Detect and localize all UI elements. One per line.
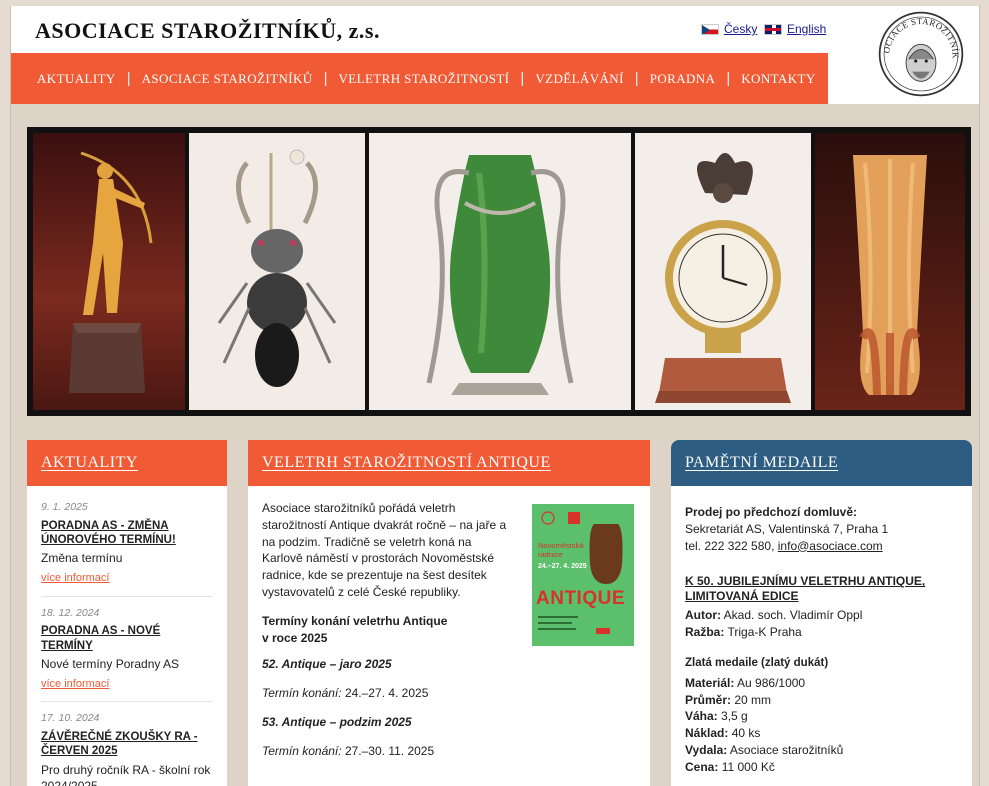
event1-title: 52. Antique – jaro 2025	[262, 657, 392, 672]
news-date: 17. 10. 2024	[41, 712, 100, 725]
poster-venue-line-1: Novoměstská	[538, 541, 584, 550]
gallery-image-mantel-clock	[635, 133, 811, 410]
news-item: 9. 1. 2025 PORADNA AS - ZMĚNA ÚNOROVÉHO …	[41, 500, 213, 597]
event2-dates: 27.–30. 11. 2025	[344, 743, 435, 758]
event1-dates: 24.–27. 4. 2025	[344, 686, 429, 701]
edition-size-row: Náklad: 40 ks	[685, 725, 958, 742]
event2-label: Termín konání:	[262, 743, 342, 758]
nav-item-kontakty[interactable]: KONTAKTY	[741, 71, 815, 87]
price-label: Cena:	[685, 759, 719, 774]
fair-heading[interactable]: VELETRH STAROŽITNOSTÍ ANTIQUE	[248, 440, 650, 486]
poster-title: ANTIQUE	[536, 588, 625, 609]
nav-item-poradna[interactable]: PORADNA	[650, 71, 716, 87]
publisher-value: Asociace starožitníků	[729, 743, 844, 758]
weight-row: Váha: 3,5 g	[685, 708, 958, 725]
poster-dates: 24.–27. 4. 2025	[538, 563, 587, 570]
nav-separator: |	[126, 70, 131, 87]
email-link[interactable]: info@asociace.com	[778, 539, 883, 553]
lang-en-link[interactable]: English	[764, 22, 826, 36]
uk-flag-icon	[764, 23, 782, 35]
publisher-row: Vydala: Asociace starožitníků	[685, 742, 958, 759]
lang-cz-label[interactable]: Česky	[724, 22, 757, 36]
material-label: Materiál:	[685, 675, 735, 690]
minting-value: Triga-K Praha	[727, 624, 802, 639]
diameter-value: 20 mm	[734, 692, 772, 707]
phone-text: tel. 222 322 580,	[685, 538, 775, 553]
news-text: Pro druhý ročník RA - školní rok 2024/20…	[41, 762, 211, 786]
poster-venue-line-2: radnice	[538, 550, 563, 559]
page: ASOCIACE STAROŽITNÍKŮ, z.s. Česky Englis…	[10, 6, 980, 786]
news-more-link[interactable]: více informací	[41, 677, 213, 692]
hero-gallery	[27, 127, 971, 416]
news-title-link[interactable]: PORADNA AS - NOVÉ TERMÍNY	[41, 624, 213, 653]
news-card: AKTUALITY 9. 1. 2025 PORADNA AS - ZMĚNA …	[27, 440, 227, 786]
czech-flag-icon	[701, 23, 719, 35]
site-title[interactable]: ASOCIACE STAROŽITNÍKŮ, z.s.	[35, 18, 380, 44]
event2-title: 53. Antique – podzim 2025	[262, 714, 412, 729]
lang-en-label[interactable]: English	[787, 22, 826, 36]
association-seal-logo[interactable]: ASOCIACE STAROŽITNÍKŮ	[877, 10, 965, 98]
nav-item-vzdelavani[interactable]: VZDĚLÁVÁNÍ	[535, 71, 623, 87]
edition-size-label: Náklad:	[685, 726, 729, 741]
news-heading[interactable]: AKTUALITY	[27, 440, 227, 486]
news-item: 17. 10. 2024 ZÁVĚREČNÉ ZKOUŠKY RA - ČERV…	[41, 711, 213, 786]
news-date: 9. 1. 2025	[41, 501, 88, 513]
news-date: 18. 12. 2024	[41, 606, 100, 619]
minting-label: Ražba:	[685, 624, 725, 639]
event2-term: Termín konání: 27.–30. 11. 2025	[262, 743, 636, 760]
gallery-image-stag-beetle-brooch	[189, 133, 365, 410]
medal-contact: tel. 222 322 580, info@asociace.com	[685, 538, 958, 555]
material-value: Au 986/1000	[737, 675, 806, 690]
diameter-row: Průměr: 20 mm	[685, 692, 958, 709]
edition-title-link[interactable]: K 50. JUBILEJNÍMU VELETRHU ANTIQUE, LIMI…	[685, 574, 958, 603]
gallery-image-archer-statue	[33, 133, 185, 410]
nav-separator: |	[634, 70, 639, 87]
news-text: Nové termíny Poradny AS	[41, 657, 180, 672]
news-more-link[interactable]: více informací	[41, 571, 213, 586]
weight-label: Váha:	[685, 709, 718, 724]
sale-label: Prodej po předchozí domluvě:	[685, 505, 858, 519]
main-nav: AKTUALITY | ASOCIACE STAROŽITNÍKŮ | VELE…	[11, 53, 828, 104]
lang-cz-link[interactable]: Česky	[701, 22, 757, 36]
minting-row: Ražba: Triga-K Praha	[685, 624, 958, 641]
news-title-link[interactable]: PORADNA AS - ZMĚNA ÚNOROVÉHO TERMÍNU!	[41, 519, 213, 548]
medal-heading[interactable]: PAMĚTNÍ MEDAILE	[671, 440, 972, 486]
news-item: 18. 12. 2024 PORADNA AS - NOVÉ TERMÍNY N…	[41, 606, 213, 703]
antique-poster-image[interactable]: Novoměstská radnice 24.–27. 4. 2025 ANTI…	[532, 504, 634, 646]
nav-separator: |	[726, 70, 731, 87]
nav-item-veletrh[interactable]: VELETRH STAROŽITNOSTÍ	[338, 71, 509, 87]
gold-medal-title: Zlatá medaile (zlatý dukát)	[685, 656, 829, 669]
material-row: Materiál: Au 986/1000	[685, 675, 958, 692]
weight-value: 3,5 g	[721, 709, 748, 724]
publisher-label: Vydala:	[685, 743, 728, 758]
gallery-image-green-vase	[369, 133, 631, 410]
fair-card: VELETRH STAROŽITNOSTÍ ANTIQUE Asociace s…	[248, 440, 650, 786]
medal-card: PAMĚTNÍ MEDAILE Prodej po předchozí doml…	[671, 440, 972, 786]
event1-label: Termín konání:	[262, 686, 342, 701]
header: ASOCIACE STAROŽITNÍKŮ, z.s. Česky Englis…	[11, 6, 979, 104]
nav-separator: |	[323, 70, 328, 87]
event1-term: Termín konání: 24.–27. 4. 2025	[262, 685, 636, 702]
news-text: Změna termínu	[41, 551, 123, 566]
nav-item-asociace[interactable]: ASOCIACE STAROŽITNÍKŮ	[142, 71, 313, 87]
diameter-label: Průměr:	[685, 692, 732, 707]
gallery-image-amber-vase	[815, 133, 965, 410]
author-row: Autor: Akad. soch. Vladimír Oppl	[685, 607, 958, 624]
fair-intro: Asociace starožitníků pořádá veletrh sta…	[262, 501, 507, 599]
price-row: Cena: 11 000 Kč	[685, 759, 958, 776]
nav-item-aktuality[interactable]: AKTUALITY	[37, 71, 116, 87]
news-title-link[interactable]: ZÁVĚREČNÉ ZKOUŠKY RA - ČERVEN 2025	[41, 730, 213, 759]
author-value: Akad. soch. Vladimír Oppl	[723, 608, 863, 623]
edition-size-value: 40 ks	[731, 726, 761, 741]
author-label: Autor:	[685, 608, 721, 623]
nav-separator: |	[520, 70, 525, 87]
price-value: 11 000 Kč	[721, 759, 775, 774]
medal-address: Sekretariát AS, Valentinská 7, Praha 1	[685, 521, 889, 536]
